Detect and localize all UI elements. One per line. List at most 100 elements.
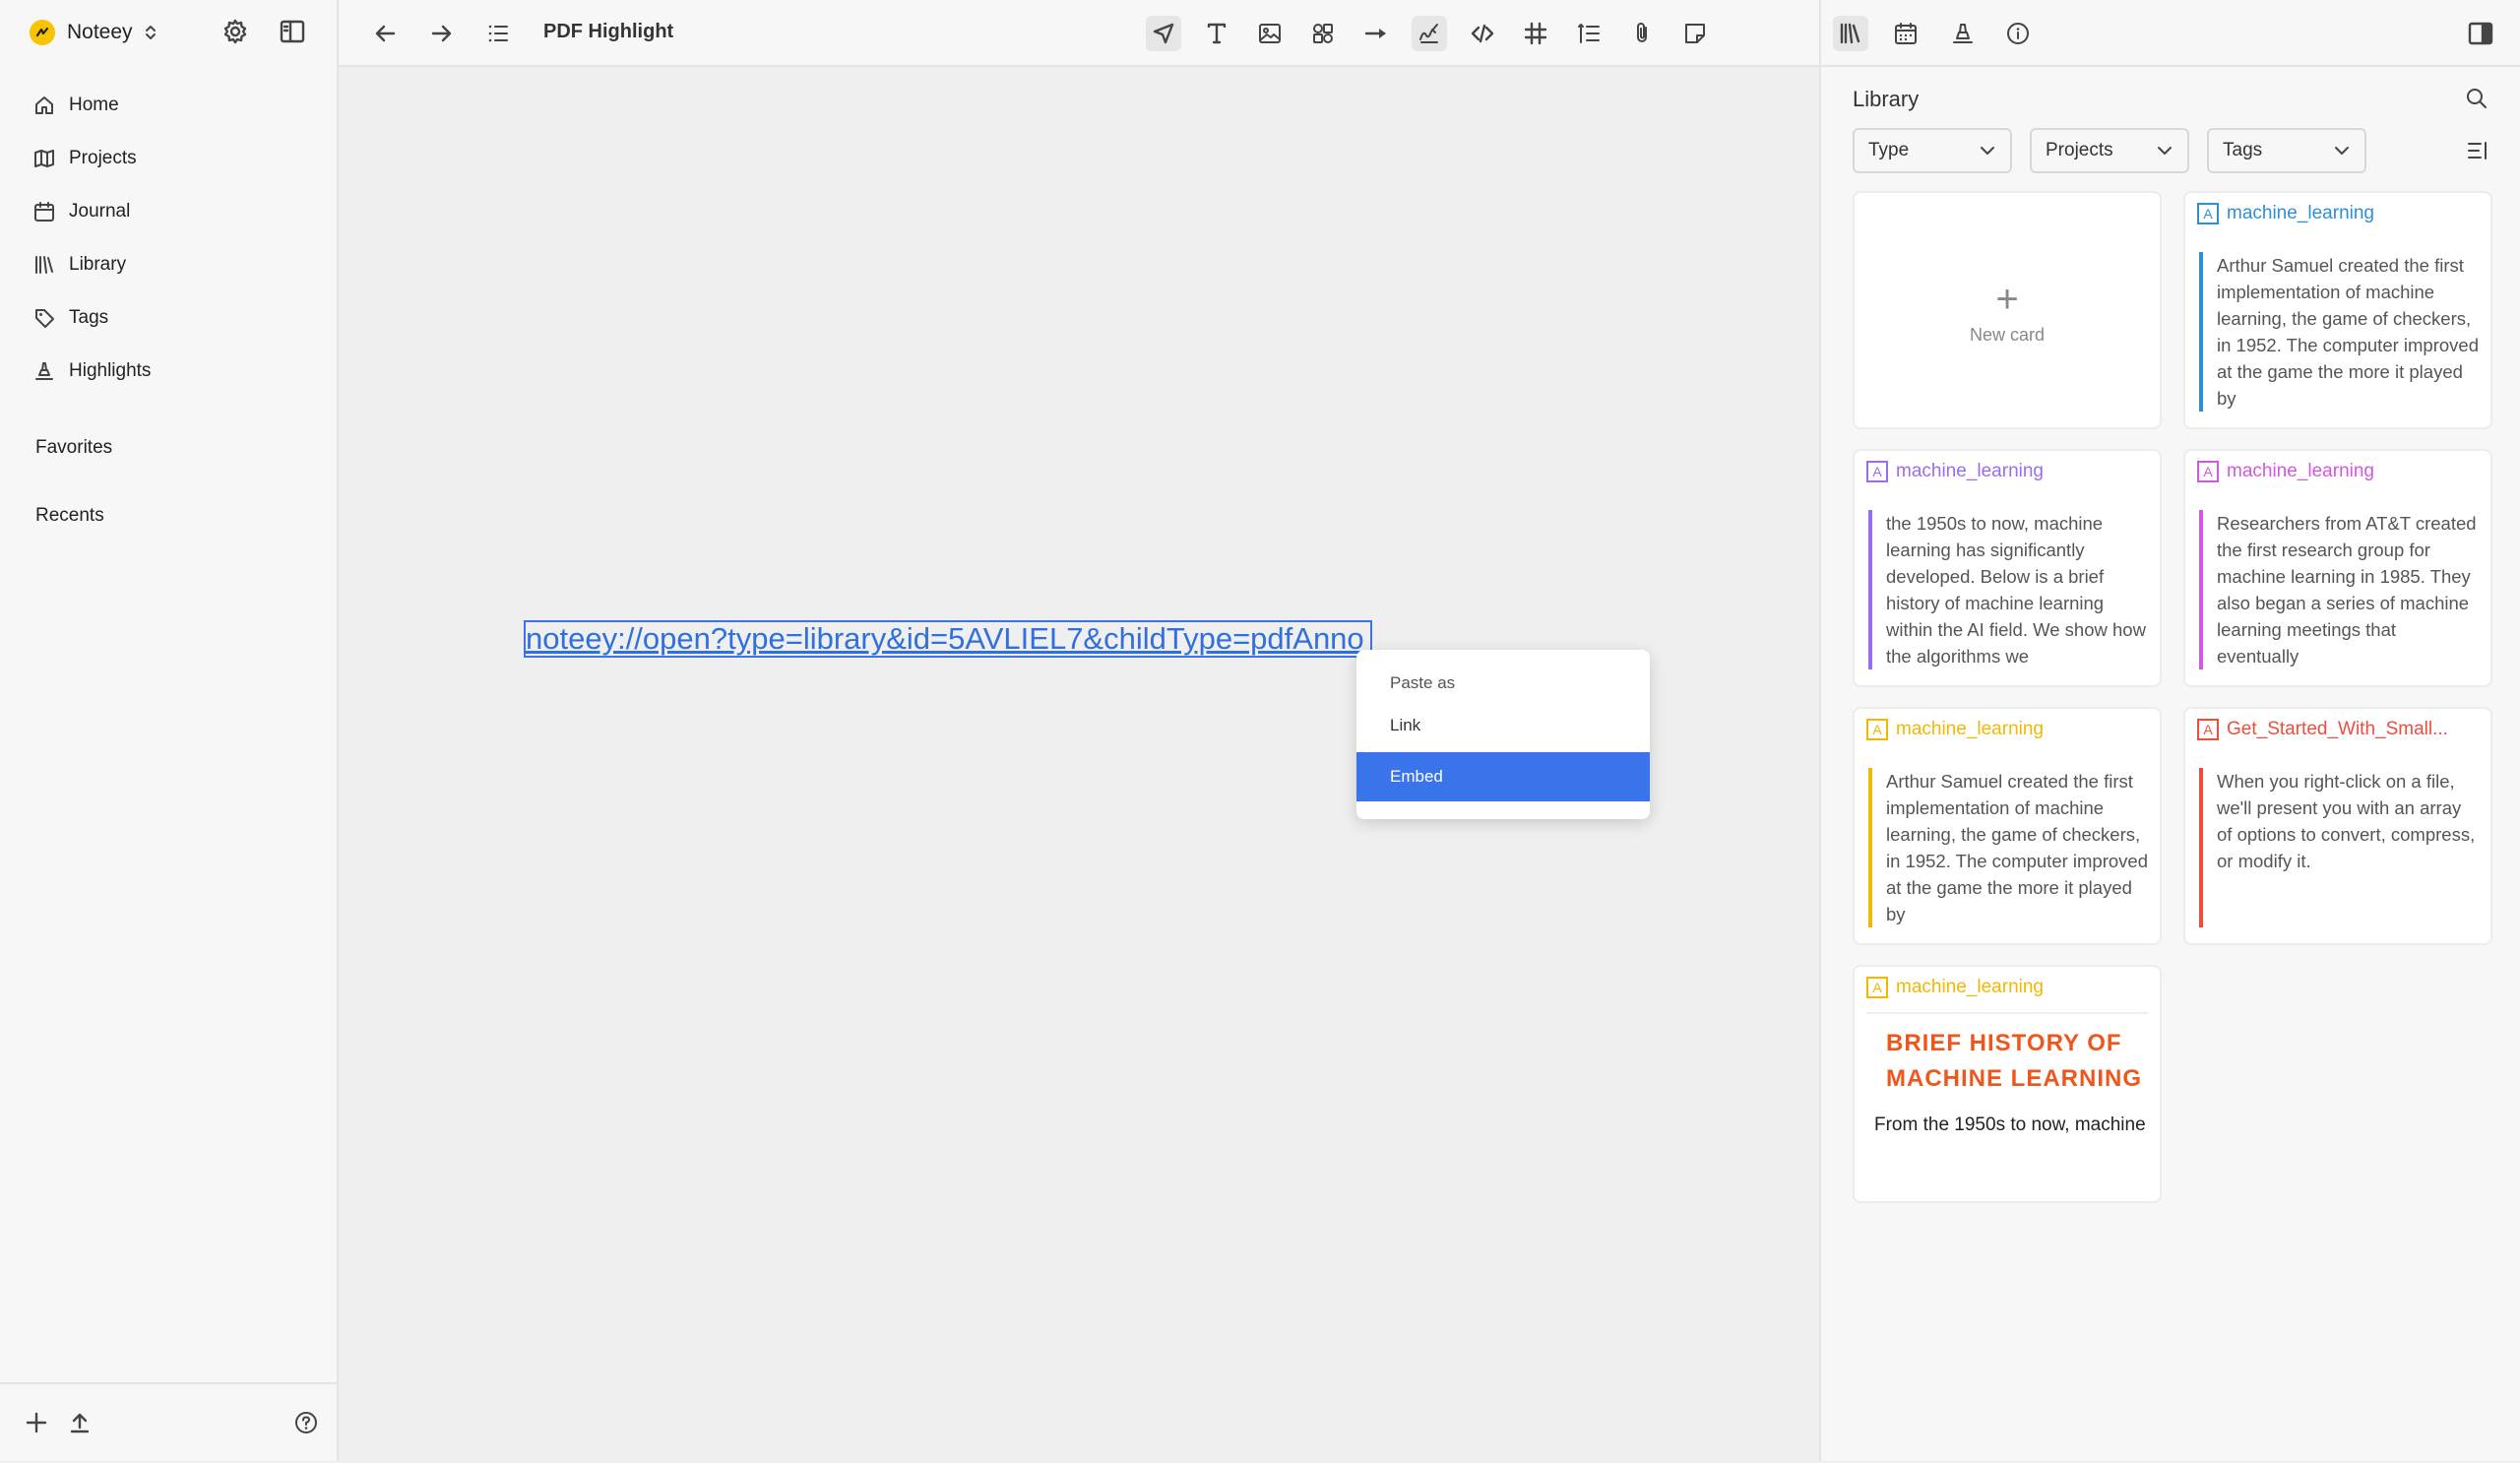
card-tag[interactable]: machine_learning: [1896, 977, 2044, 998]
annotation-badge-icon: A: [2197, 719, 2219, 740]
sidebar-item-home[interactable]: Home: [33, 95, 119, 116]
new-card-button[interactable]: + New card: [1853, 191, 2162, 429]
card-heading: BRIEF HISTORY OF MACHINE LEARNING: [1886, 1030, 2142, 1092]
card-body: From the 1950s to now, machine: [1874, 1114, 2146, 1135]
code-icon[interactable]: [1465, 16, 1500, 51]
forward-arrow-icon[interactable]: [423, 16, 459, 51]
sidebar-item-journal[interactable]: Journal: [33, 201, 130, 223]
new-card-label: New card: [1969, 325, 2046, 345]
paste-as-embed-option[interactable]: Embed: [1356, 752, 1650, 801]
recents-section[interactable]: Recents: [35, 505, 104, 527]
outline-list-icon[interactable]: [480, 16, 516, 51]
editor-toolbar: PDF Highlight: [339, 0, 1819, 67]
annotation-badge-icon: A: [1866, 719, 1888, 740]
type-filter-dropdown[interactable]: Type: [1853, 128, 2012, 173]
sort-icon[interactable]: [2467, 140, 2490, 163]
add-icon[interactable]: [22, 1408, 51, 1437]
map-icon: [34, 150, 54, 167]
tags-filter-dropdown[interactable]: Tags: [2207, 128, 2366, 173]
home-icon: [35, 96, 53, 114]
projects-filter-dropdown[interactable]: Projects: [2030, 128, 2189, 173]
highlight-card[interactable]: A Get_Started_With_Small... When you rig…: [2183, 707, 2492, 945]
info-tab-icon[interactable]: [2000, 16, 2036, 51]
panel-tabs: [1821, 0, 2520, 67]
right-panel-toggle-icon[interactable]: [2463, 16, 2498, 51]
card-quote: When you right-click on a file, we'll pr…: [2199, 768, 2479, 927]
app-name: Noteey: [67, 21, 133, 43]
pasted-link-selection[interactable]: noteey://open?type=library&id=5AVLIEL7&c…: [524, 620, 1372, 658]
sidebar-toggle-icon[interactable]: [278, 17, 307, 46]
card-tag[interactable]: machine_learning: [2227, 461, 2374, 482]
favorites-section[interactable]: Favorites: [35, 437, 112, 459]
library-panel: Library Type Projects Tags + New card A …: [1819, 0, 2520, 1461]
divider: [1866, 1012, 2148, 1014]
card-quote: Arthur Samuel created the first implemen…: [2199, 252, 2479, 412]
calendar-tab-icon[interactable]: [1888, 16, 1923, 51]
grid-icon[interactable]: [1518, 16, 1553, 51]
paste-as-link-option[interactable]: Link: [1356, 701, 1650, 750]
filter-label: Type: [1868, 140, 1910, 160]
upload-icon[interactable]: [65, 1408, 94, 1437]
filter-label: Projects: [2046, 140, 2113, 160]
text-icon[interactable]: [1199, 16, 1234, 51]
highlighter-icon: [35, 362, 53, 380]
filter-label: Tags: [2223, 140, 2263, 160]
arrow-icon[interactable]: [1358, 16, 1394, 51]
highlight-card[interactable]: A machine_learning Researchers from AT&T…: [2183, 449, 2492, 687]
chevron-down-icon: [2335, 147, 2349, 155]
card-quote: Arthur Samuel created the first implemen…: [1868, 768, 2148, 927]
sidebar-item-highlights[interactable]: Highlights: [33, 360, 151, 382]
shapes-icon[interactable]: [1305, 16, 1341, 51]
highlight-card[interactable]: A machine_learning BRIEF HISTORY OF MACH…: [1853, 965, 2162, 1203]
sidebar-item-label: Highlights: [69, 360, 152, 381]
library-title: Library: [1853, 87, 1920, 111]
pasted-link-text[interactable]: noteey://open?type=library&id=5AVLIEL7&c…: [526, 622, 1364, 656]
help-icon[interactable]: [291, 1408, 321, 1437]
card-header: A machine_learning: [1866, 461, 2154, 482]
image-icon[interactable]: [1252, 16, 1288, 51]
document-title[interactable]: PDF Highlight: [543, 21, 673, 43]
annotation-badge-icon: A: [2197, 461, 2219, 482]
pen-icon[interactable]: [1412, 16, 1447, 51]
library-icon: [35, 256, 53, 274]
card-header: A machine_learning: [1866, 719, 2154, 740]
card-quote: the 1950s to now, machine learning has s…: [1868, 510, 2148, 669]
card-tag[interactable]: machine_learning: [1896, 461, 2044, 482]
sidebar-item-label: Library: [69, 254, 127, 275]
highlight-card[interactable]: A machine_learning Arthur Samuel created…: [2183, 191, 2492, 429]
card-header: A machine_learning: [2197, 203, 2485, 224]
highlight-card[interactable]: A machine_learning Arthur Samuel created…: [1853, 707, 2162, 945]
chevron-down-icon: [2158, 147, 2172, 155]
card-tag[interactable]: machine_learning: [1896, 719, 2044, 740]
card-quote: Researchers from AT&T created the first …: [2199, 510, 2479, 669]
sidebar-item-label: Home: [69, 95, 119, 115]
sidebar-item-library[interactable]: Library: [33, 254, 126, 276]
library-tab-icon[interactable]: [1833, 16, 1868, 51]
workspace-switcher[interactable]: Noteey: [30, 16, 157, 49]
highlight-card[interactable]: A machine_learning the 1950s to now, mac…: [1853, 449, 2162, 687]
card-header: A machine_learning: [2197, 461, 2485, 482]
back-arrow-icon[interactable]: [368, 16, 404, 51]
sidebar-item-projects[interactable]: Projects: [33, 148, 137, 169]
annotation-badge-icon: A: [2197, 203, 2219, 224]
card-tag[interactable]: Get_Started_With_Small...: [2227, 719, 2448, 740]
sidebar-item-label: Journal: [69, 201, 131, 222]
card-header: A machine_learning: [1866, 977, 2154, 998]
chevron-updown-icon: [145, 26, 156, 39]
select-icon[interactable]: [1146, 16, 1181, 51]
settings-gear-icon[interactable]: [220, 17, 250, 46]
sidebar-footer: [0, 1382, 337, 1463]
calendar-icon: [34, 202, 54, 222]
list-icon[interactable]: [1571, 16, 1606, 51]
tag-icon: [35, 309, 54, 328]
sidebar-item-tags[interactable]: Tags: [33, 307, 108, 329]
attach-icon[interactable]: [1624, 16, 1660, 51]
card-tag[interactable]: machine_learning: [2227, 203, 2374, 224]
noteey-logo-icon: [30, 20, 55, 45]
highlighter-tab-icon[interactable]: [1945, 16, 1981, 51]
plus-icon: +: [1995, 278, 2019, 321]
search-icon[interactable]: [2465, 87, 2492, 114]
chevron-down-icon: [1981, 147, 1994, 155]
paste-as-menu: Paste as Link Embed: [1356, 650, 1650, 819]
sticky-note-icon[interactable]: [1677, 16, 1713, 51]
